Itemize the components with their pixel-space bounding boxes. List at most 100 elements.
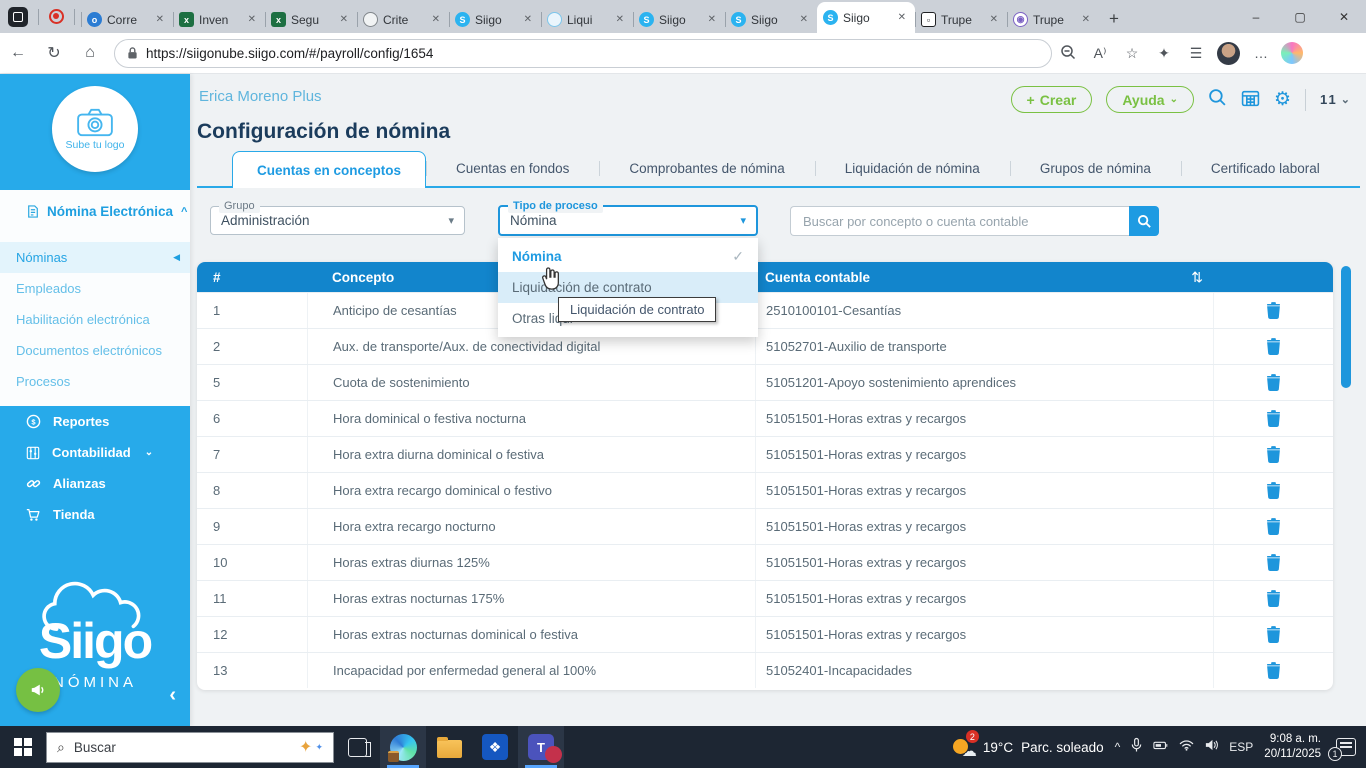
weather-widget[interactable]: ☁ 2 19°C Parc. soleado	[951, 730, 1104, 760]
tab-close-icon[interactable]: ✕	[337, 13, 351, 26]
taskbar-search[interactable]: ⌕ Buscar ✦ ✦	[46, 731, 334, 763]
delete-button[interactable]	[1213, 473, 1333, 508]
browser-tab[interactable]: x Segu ✕	[265, 6, 357, 33]
page-tab[interactable]: Cuentas en conceptos	[232, 151, 427, 188]
url-bar[interactable]: https://siigonube.siigo.com/#/payroll/co…	[114, 38, 1052, 68]
sidebar-item[interactable]: Procesos ◀	[0, 366, 190, 397]
delete-button[interactable]	[1213, 617, 1333, 652]
browser-tab[interactable]: Liqui ✕	[541, 6, 633, 33]
delete-button[interactable]	[1213, 329, 1333, 364]
favorites-bar-icon[interactable]: ☰	[1180, 45, 1212, 62]
org-selector[interactable]: 11 ⌄	[1320, 92, 1350, 107]
taskbar-explorer[interactable]	[426, 726, 472, 768]
sidebar-item[interactable]: Documentos electrónicos ◀	[0, 335, 190, 366]
page-tab[interactable]: Liquidación de nómina	[814, 151, 1010, 186]
tray-chevron-icon[interactable]: ^	[1115, 740, 1121, 754]
page-tab[interactable]: Comprobantes de nómina	[599, 151, 814, 186]
wifi-icon[interactable]	[1179, 738, 1194, 756]
delete-button[interactable]	[1213, 653, 1333, 688]
browser-tab[interactable]: x Inven ✕	[173, 6, 265, 33]
gear-icon[interactable]: ⚙	[1274, 90, 1291, 109]
notification-center-icon[interactable]: 1	[1328, 738, 1356, 761]
page-tab[interactable]: Grupos de nómina	[1009, 151, 1181, 186]
browser-tab[interactable]: ▫ Trupe ✕	[915, 6, 1007, 33]
speaker-icon[interactable]	[1204, 738, 1219, 757]
tab-close-icon[interactable]: ✕	[987, 13, 1001, 26]
start-button[interactable]	[0, 726, 46, 768]
search-button[interactable]	[1129, 206, 1159, 236]
upload-logo-button[interactable]: Sube tu logo	[52, 86, 138, 172]
tab-close-icon[interactable]: ✕	[521, 13, 535, 26]
sidebar-item-reportes[interactable]: $ Reportes	[0, 406, 190, 437]
search-input[interactable]	[790, 206, 1129, 236]
microphone-icon[interactable]	[1130, 737, 1143, 758]
close-button[interactable]: ✕	[1322, 0, 1366, 33]
announcements-button[interactable]	[16, 668, 60, 712]
delete-button[interactable]	[1213, 293, 1333, 328]
ayuda-button[interactable]: Ayuda ⌄	[1106, 86, 1194, 113]
browser-tab[interactable]: Crite ✕	[357, 6, 449, 33]
taskbar-edge[interactable]	[380, 726, 426, 768]
tab-close-icon[interactable]: ✕	[797, 13, 811, 26]
browser-tab[interactable]: S Siigo ✕	[633, 6, 725, 33]
tab-close-icon[interactable]: ✕	[245, 13, 259, 26]
tab-close-icon[interactable]: ✕	[613, 13, 627, 26]
collapse-sidebar-icon[interactable]: ‹	[169, 684, 176, 707]
calendar-icon[interactable]	[1241, 89, 1260, 111]
crear-button[interactable]: + Crear	[1010, 86, 1093, 113]
back-icon[interactable]: ←	[0, 44, 36, 62]
sidebar-section-header[interactable]: Nómina Electrónica ^	[0, 204, 190, 219]
delete-button[interactable]	[1213, 545, 1333, 580]
browser-tab[interactable]: ◉ Trupe ✕	[1007, 6, 1099, 33]
table-scrollbar[interactable]	[1341, 266, 1351, 388]
page-tab[interactable]: Certificado laboral	[1180, 151, 1350, 186]
grupo-select[interactable]: Grupo Administración ▾	[210, 200, 465, 235]
delete-button[interactable]	[1213, 581, 1333, 616]
browser-menu-icon[interactable]: …	[1245, 45, 1277, 61]
clock[interactable]: 9:08 a. m. 20/11/2025	[1264, 732, 1321, 762]
read-aloud-icon[interactable]: A⁾	[1084, 45, 1116, 62]
tab-close-icon[interactable]: ✕	[429, 13, 443, 26]
sidebar-item[interactable]: Nóminas ◀	[0, 242, 190, 273]
delete-button[interactable]	[1213, 365, 1333, 400]
favorite-star-icon[interactable]: ☆	[1116, 45, 1148, 62]
dropdown-option-nomina[interactable]: Nómina ✓	[498, 241, 758, 272]
delete-button[interactable]	[1213, 437, 1333, 472]
search-icon[interactable]	[1208, 88, 1227, 111]
tab-close-icon[interactable]: ✕	[1079, 13, 1093, 26]
sidebar-item-tienda[interactable]: Tienda	[0, 499, 190, 530]
sidebar-item[interactable]: Empleados ◀	[0, 273, 190, 304]
workspaces-icon[interactable]	[8, 6, 28, 27]
new-tab-button[interactable]: +	[1099, 9, 1129, 33]
sidebar-item[interactable]: Habilitación electrónica ◀	[0, 304, 190, 335]
profile-avatar[interactable]	[1217, 41, 1240, 65]
zoom-out-icon[interactable]	[1052, 44, 1084, 63]
battery-icon[interactable]	[1153, 738, 1169, 756]
sort-icon[interactable]: ⇅	[1191, 269, 1213, 286]
home-icon[interactable]: ⌂	[72, 44, 108, 62]
sidebar-item-alianzas[interactable]: Alianzas	[0, 468, 190, 499]
delete-button[interactable]	[1213, 509, 1333, 544]
task-view-button[interactable]	[334, 726, 380, 768]
refresh-icon[interactable]: ↻	[36, 43, 72, 63]
copilot-icon[interactable]	[1281, 42, 1303, 64]
page-title: Configuración de nómina	[197, 120, 451, 143]
minimize-button[interactable]: –	[1234, 0, 1278, 33]
browser-tab[interactable]: S Siigo ✕	[449, 6, 541, 33]
browser-tab[interactable]: o Corre ✕	[81, 6, 173, 33]
language-indicator[interactable]: ESP	[1229, 740, 1253, 754]
taskbar-app[interactable]: ❖	[472, 726, 518, 768]
tipo-proceso-select[interactable]: Tipo de proceso Nómina ▾	[498, 200, 758, 236]
browser-essentials-icon[interactable]: ✦	[1148, 45, 1180, 62]
tab-close-icon[interactable]: ✕	[705, 13, 719, 26]
taskbar-teams[interactable]: T	[518, 726, 564, 768]
tab-close-icon[interactable]: ✕	[153, 13, 167, 26]
browser-tab[interactable]: S Siigo ✕	[817, 2, 915, 33]
record-icon[interactable]	[49, 9, 64, 24]
sidebar-item-contabilidad[interactable]: Contabilidad ⌄	[0, 437, 190, 468]
page-tab[interactable]: Cuentas en fondos	[426, 151, 599, 186]
delete-button[interactable]	[1213, 401, 1333, 436]
maximize-button[interactable]: ▢	[1278, 0, 1322, 33]
tab-close-icon[interactable]: ✕	[895, 11, 909, 24]
browser-tab[interactable]: S Siigo ✕	[725, 6, 817, 33]
